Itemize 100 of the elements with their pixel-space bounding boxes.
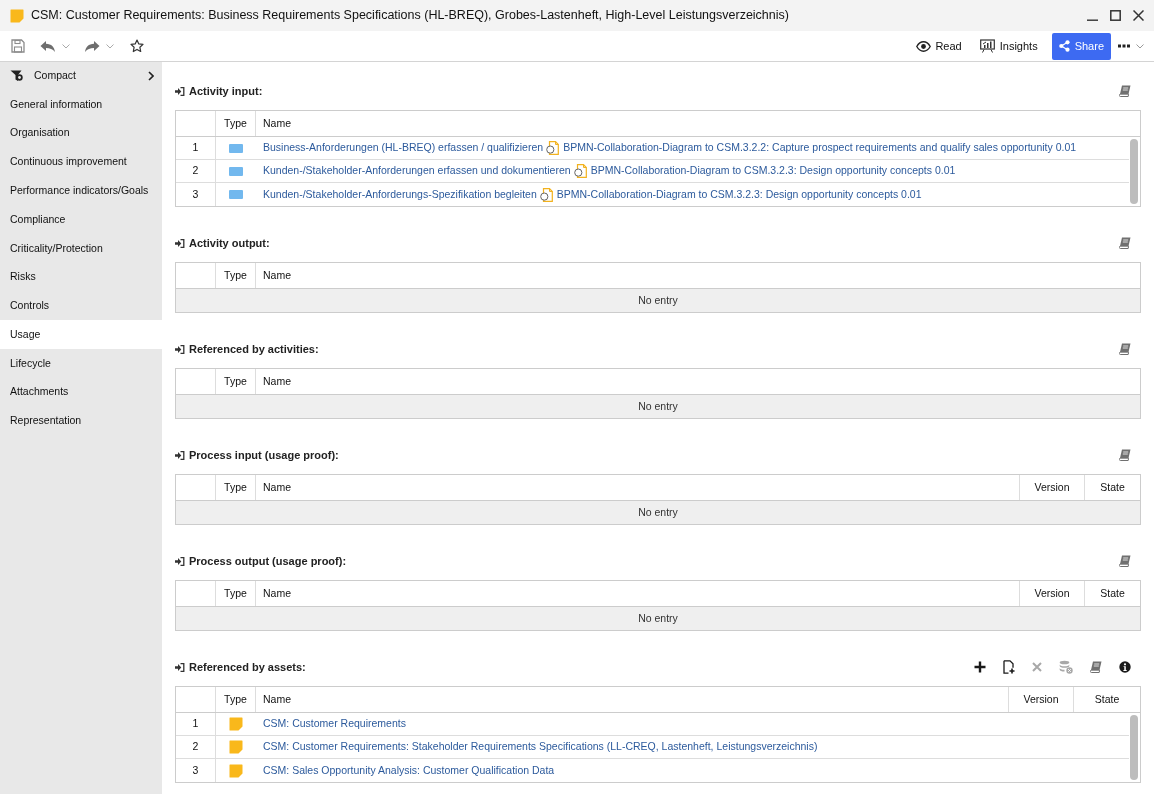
section-title: Process input (usage proof): — [189, 447, 339, 463]
column-header: Type — [216, 475, 256, 500]
activity-icon — [229, 143, 243, 153]
column-header: State — [1084, 581, 1140, 606]
view-selector[interactable]: Compact — [0, 62, 162, 90]
note-icon — [229, 740, 243, 754]
sign-in-icon — [175, 450, 185, 460]
diagram-document-icon — [573, 164, 587, 178]
diagram-document-icon — [546, 141, 560, 155]
asset-link[interactable]: CSM: Sales Opportunity Analysis: Customer Qualification Data — [263, 762, 555, 779]
activity-link[interactable]: Kunden-/Stakeholder-Anforderungs-Spezifikation begleiten — [263, 186, 537, 203]
sidebar-item[interactable]: Risks — [0, 262, 162, 292]
share-icon — [1058, 40, 1070, 52]
column-header: Name — [262, 115, 292, 131]
row-number: 1 — [176, 713, 216, 735]
column-header: Type — [216, 687, 256, 712]
plus-icon[interactable] — [974, 661, 986, 673]
section-title: Process output (usage proof): — [189, 553, 347, 569]
column-header: Type — [216, 581, 256, 606]
caret-icon[interactable] — [1136, 43, 1144, 49]
insights-button[interactable]: Insights — [977, 34, 1040, 58]
sidebar-item[interactable]: Usage — [0, 320, 162, 350]
note-icon — [229, 717, 243, 731]
filter-icon — [10, 70, 24, 82]
column-header: Type — [216, 263, 256, 288]
activity-link[interactable]: Business-Anforderungen (HL-BREQ) erfassen / qualifizieren — [263, 140, 544, 156]
column-header: State — [1073, 687, 1140, 712]
column-header: Type — [216, 369, 256, 394]
empty-state: No entry — [176, 607, 1140, 630]
star-icon[interactable] — [130, 39, 144, 53]
column-header: Version — [1008, 687, 1073, 712]
column-header: Version — [1019, 475, 1084, 500]
activity-icon — [229, 190, 243, 199]
row-number: 3 — [176, 759, 216, 782]
section-title: Activity output: — [189, 235, 270, 251]
book-icon[interactable] — [1119, 237, 1131, 249]
undo-icon[interactable] — [40, 39, 56, 53]
column-header: Version — [1019, 581, 1084, 606]
activity-link[interactable]: Kunden-/Stakeholder-Anforderungen erfassen und dokumentieren — [263, 163, 571, 179]
document-plus-icon[interactable] — [1003, 660, 1015, 674]
column-header: Type — [216, 111, 256, 136]
column-header: State — [1084, 475, 1140, 500]
note-icon — [10, 8, 24, 23]
redo-icon[interactable] — [84, 39, 100, 53]
book-icon[interactable] — [1119, 85, 1131, 97]
activity-icon — [229, 166, 243, 176]
sidebar-item[interactable]: Performance indicators/Goals — [0, 176, 162, 206]
sidebar-item[interactable]: Lifecycle — [0, 349, 162, 378]
diagram-link[interactable]: BPMN-Collaboration-Diagram to CSM.3.2.3: Design opportunity concepts 0.01 — [556, 186, 922, 203]
note-icon — [229, 763, 243, 778]
sidebar-item[interactable]: Continuous improvement — [0, 147, 162, 177]
section-title: Referenced by activities: — [189, 341, 319, 357]
sign-in-icon — [175, 86, 185, 96]
save-icon[interactable] — [11, 39, 25, 53]
row-number: 3 — [176, 183, 216, 206]
column-header: Name — [262, 691, 292, 707]
eye-icon — [916, 40, 932, 52]
row-number: 1 — [176, 137, 216, 159]
empty-state: No entry — [176, 501, 1140, 524]
column-header: Name — [262, 479, 292, 495]
scrollbar[interactable] — [1130, 139, 1138, 204]
info-icon[interactable] — [1119, 661, 1131, 673]
sidebar-item[interactable]: Organisation — [0, 118, 162, 148]
empty-state: No entry — [176, 395, 1140, 418]
sidebar-item[interactable]: Attachments — [0, 377, 162, 407]
section-title: Referenced by assets: — [189, 659, 306, 675]
empty-state: No entry — [176, 289, 1140, 312]
book-icon[interactable] — [1090, 661, 1102, 673]
book-icon[interactable] — [1119, 449, 1131, 461]
asset-link[interactable]: CSM: Customer Requirements — [263, 716, 406, 732]
scrollbar[interactable] — [1130, 715, 1138, 780]
diagram-link[interactable]: BPMN-Collaboration-Diagram to CSM.3.2.2: Capture prospect requirements and qualify sales opportunity 0.01 — [563, 140, 1077, 156]
more-icon[interactable] — [1118, 44, 1130, 48]
row-number: 2 — [176, 160, 216, 182]
sign-in-icon — [175, 556, 185, 566]
sidebar-item[interactable]: Controls — [0, 291, 162, 321]
window-title: CSM: Customer Requirements: Business Requirements Specifications (HL-BREQ), Grobes-Lastenheft, High-Level Leistungsverzeichnis) — [31, 7, 789, 25]
section-title: Activity input: — [189, 83, 263, 99]
row-number: 2 — [176, 736, 216, 758]
close-icon[interactable] — [1133, 10, 1144, 21]
diagram-document-icon — [539, 187, 553, 202]
column-header: Name — [262, 267, 292, 283]
column-header: Name — [262, 373, 292, 389]
sidebar-item[interactable]: Representation — [0, 406, 162, 436]
maximize-icon[interactable] — [1110, 10, 1121, 21]
presentation-chart-icon — [979, 39, 995, 53]
sidebar-item[interactable]: Compliance — [0, 205, 162, 234]
sidebar-item[interactable]: Criticality/Protection — [0, 234, 162, 263]
diagram-link[interactable]: BPMN-Collaboration-Diagram to CSM.3.2.3: Design opportunity concepts 0.01 — [590, 163, 956, 179]
sign-in-icon — [175, 238, 185, 248]
book-icon[interactable] — [1119, 555, 1131, 567]
sidebar-item[interactable]: General information — [0, 90, 162, 119]
sign-in-icon — [175, 344, 185, 354]
asset-link[interactable]: CSM: Customer Requirements: Stakeholder Requirements Specifications (LL-CREQ, Lastenheft, Leistungsverzeichnis) — [263, 739, 818, 755]
share-button[interactable]: Share — [1051, 32, 1111, 60]
column-header: Name — [262, 585, 292, 601]
chevron-right-icon — [148, 71, 154, 81]
book-icon[interactable] — [1119, 343, 1131, 355]
read-button[interactable]: Read — [914, 34, 964, 58]
sign-in-icon — [175, 662, 185, 672]
